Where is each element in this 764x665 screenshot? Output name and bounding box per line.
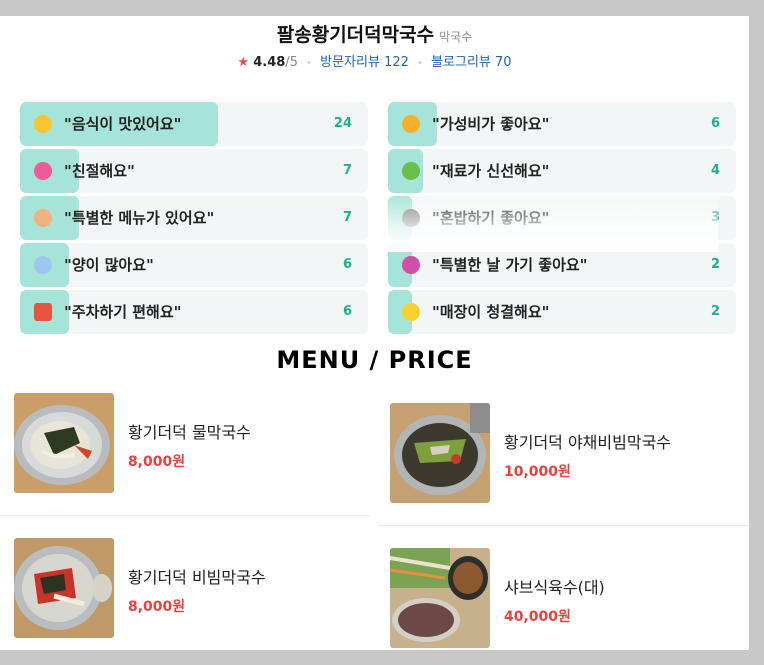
- separator-dot: •: [417, 58, 423, 69]
- keyword-review-item[interactable]: "가성비가 좋아요" 6: [388, 102, 736, 146]
- rating-value: 4.48: [253, 55, 286, 70]
- food-photo: [14, 538, 114, 638]
- keyword-review-item[interactable]: "양이 많아요" 6: [20, 243, 368, 287]
- keyword-count: 24: [333, 116, 352, 131]
- parking-icon: [34, 303, 52, 321]
- rating-bar: ★ 4.48/5 • 방문자리뷰 122 • 블로그리뷰 70: [0, 54, 749, 72]
- keyword-label: "매장이 청결해요": [432, 303, 550, 321]
- rating-max: /5: [285, 55, 298, 70]
- keyword-label: "재료가 신선해요": [432, 162, 550, 180]
- thumb-icon: [402, 115, 420, 133]
- keyword-review-item[interactable]: "음식이 맛있어요" 24: [20, 102, 368, 146]
- visitor-reviews-link[interactable]: 방문자리뷰 122: [320, 55, 409, 70]
- keyword-label: "친절해요": [64, 162, 135, 180]
- keyword-label: "주차하기 편해요": [64, 303, 182, 321]
- restaurant-header: 팔송황기더덕막국수 막국수 ★ 4.48/5 • 방문자리뷰 122 • 블로그리…: [0, 16, 749, 72]
- keyword-label: "특별한 메뉴가 있어요": [64, 209, 215, 227]
- menu-item[interactable]: 황기더덕 야채비빔막국수 10,000원: [390, 403, 749, 513]
- keyword-count: 2: [710, 304, 720, 319]
- menu-divider: [0, 515, 370, 516]
- keyword-label: "음식이 맛있어요": [64, 115, 182, 133]
- separator-dot: •: [306, 58, 312, 69]
- menu-item-name: 황기더덕 비빔막국수: [128, 568, 266, 587]
- keyword-review-item[interactable]: "재료가 신선해요" 4: [388, 149, 736, 193]
- menu-item-price: 8,000원: [128, 454, 186, 470]
- menu-item-name: 샤브식육수(대): [504, 578, 605, 597]
- keyword-review-item[interactable]: "친절해요" 7: [20, 149, 368, 193]
- keyword-count: 4: [710, 163, 720, 178]
- menu-item-price: 40,000원: [504, 609, 571, 625]
- restaurant-name: 팔송황기더덕막국수: [276, 24, 435, 46]
- keyword-count: 7: [342, 210, 352, 225]
- keyword-count: 6: [710, 116, 720, 131]
- keyword-label: "양이 많아요": [64, 256, 154, 274]
- bowl-icon: [34, 256, 52, 274]
- food-photo: [390, 548, 490, 648]
- restaurant-card: 팔송황기더덕막국수 막국수 ★ 4.48/5 • 방문자리뷰 122 • 블로그리…: [0, 16, 749, 650]
- menu-item[interactable]: 황기더덕 비빔막국수 8,000원: [14, 538, 370, 648]
- restaurant-category: 막국수: [439, 30, 473, 44]
- keyword-count: 6: [342, 304, 352, 319]
- menu-item-price: 10,000원: [504, 464, 571, 480]
- keyword-review-item[interactable]: "주차하기 편해요" 6: [20, 290, 368, 334]
- menu-item[interactable]: 황기더덕 물막국수 8,000원: [14, 393, 370, 503]
- menu-item-name: 황기더덕 야채비빔막국수: [504, 433, 672, 452]
- keyword-count: 7: [342, 163, 352, 178]
- keyword-review-item[interactable]: "매장이 청결해요" 2: [388, 290, 736, 334]
- chef-icon: [34, 209, 52, 227]
- food-photo: [390, 403, 490, 503]
- smiley-icon: [34, 115, 52, 133]
- keyword-label: "가성비가 좋아요": [432, 115, 550, 133]
- keyword-review-item[interactable]: "특별한 메뉴가 있어요" 7: [20, 196, 368, 240]
- keyword-count: 6: [342, 257, 352, 272]
- fade-overlay: [368, 192, 718, 252]
- menu-item[interactable]: 샤브식육수(대) 40,000원: [390, 548, 749, 650]
- heart-icon: [34, 162, 52, 180]
- menu-section-title: MENU / PRICE: [276, 346, 473, 374]
- star-icon: ★: [237, 55, 250, 70]
- keyword-column-left: "음식이 맛있어요" 24 "친절해요" 7 "특별한 메뉴가 있어요" 7 "양이 많아요…: [20, 102, 368, 337]
- menu-divider: [378, 525, 749, 526]
- menu-item-price: 8,000원: [128, 599, 186, 615]
- leaf-icon: [402, 162, 420, 180]
- bouquet-icon: [402, 256, 420, 274]
- food-photo: [14, 393, 114, 493]
- menu-item-name: 황기더덕 물막국수: [128, 423, 251, 442]
- blog-reviews-link[interactable]: 블로그리뷰 70: [431, 55, 511, 70]
- sparkle-icon: [402, 303, 420, 321]
